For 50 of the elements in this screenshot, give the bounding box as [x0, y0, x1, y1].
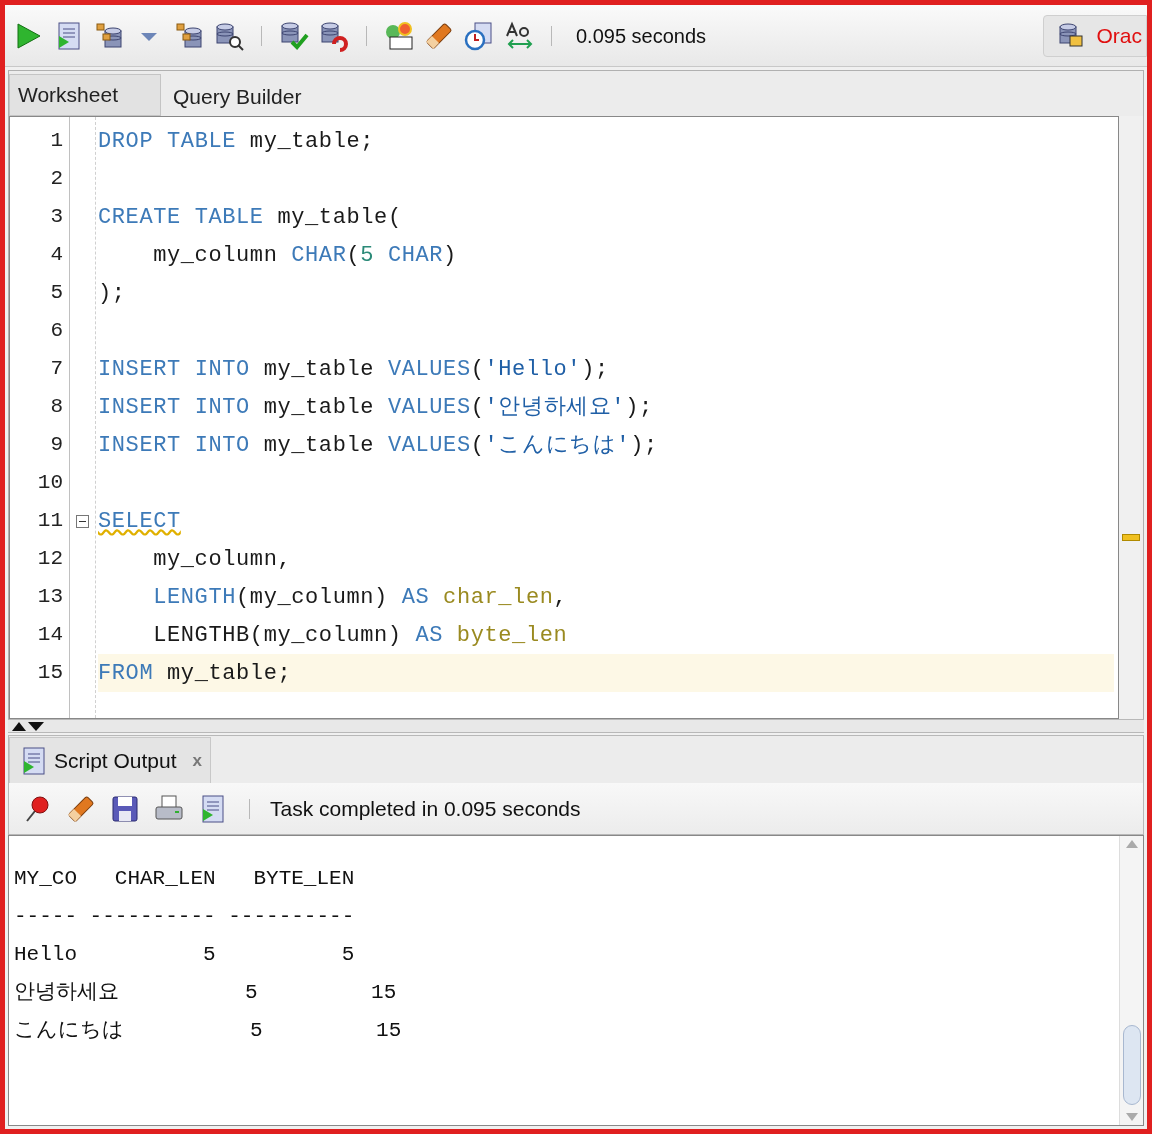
line-number: 6 [50, 318, 63, 345]
expand-down-icon[interactable] [28, 721, 44, 731]
connection-button[interactable]: Orac [1043, 14, 1147, 57]
output-line: こんにちは 5 15 [14, 1018, 402, 1045]
code-line: INSERT INTO my_table VALUES('こんにちは'); [98, 431, 658, 460]
line-number: 8 [50, 394, 63, 421]
warning-marker[interactable] [1122, 534, 1140, 541]
scroll-thumb[interactable] [1122, 1025, 1141, 1105]
code-line: ); [98, 279, 126, 308]
code-line: FROM my_table; [98, 659, 292, 688]
line-number: 2 [50, 166, 63, 193]
output-line: 안녕하세요 5 15 [14, 980, 397, 1007]
code-line: SELECT [98, 507, 181, 536]
collapse-icon[interactable] [76, 514, 89, 528]
code-line: DROP TABLE my_table; [98, 127, 375, 156]
line-number: 15 [37, 660, 63, 687]
task-status: Task completed in 0.095 seconds [270, 795, 581, 822]
code-line: INSERT INTO my_table VALUES('Hello'); [98, 355, 609, 384]
editor-tab[interactable]: Query Builder [161, 74, 314, 116]
clock-icon[interactable] [463, 19, 495, 52]
sql-icon[interactable] [383, 19, 415, 52]
rollback-icon[interactable] [318, 19, 350, 52]
code-line: my_column, [152, 545, 292, 574]
scrollbar[interactable] [1119, 836, 1143, 1125]
code-line: my_column CHAR(5 CHAR) [152, 241, 457, 270]
line-number: 10 [37, 470, 63, 497]
code-line: INSERT INTO my_table VALUES('안녕하세요'); [98, 393, 653, 422]
output-tab[interactable]: Script Output x [9, 737, 212, 783]
line-number: 7 [50, 356, 63, 383]
line-number: 11 [37, 508, 63, 535]
code-line: LENGTH(my_column) AS char_len, [152, 583, 568, 612]
line-number: 13 [37, 584, 63, 611]
expand-up-icon[interactable] [12, 721, 26, 731]
line-number: 1 [50, 128, 63, 155]
line-number: 9 [50, 432, 63, 459]
line-number: 5 [50, 280, 63, 307]
code-line: CREATE TABLE my_table( [98, 203, 402, 232]
output-line: MY_CO CHAR_LEN BYTE_LEN [14, 866, 355, 893]
close-button[interactable]: x [192, 747, 203, 774]
line-number: 4 [50, 242, 63, 269]
code-line: LENGTHB(my_column) AS byte_len [152, 621, 568, 650]
execution-time: 0.095 seconds [576, 23, 707, 49]
commit-icon[interactable] [278, 19, 310, 52]
line-number: 14 [37, 622, 63, 649]
output-tab-label: Script Output [54, 747, 177, 774]
editor-tab[interactable]: Worksheet [9, 74, 161, 116]
output-line: ----- ---------- ---------- [14, 904, 355, 931]
line-number: 12 [37, 546, 63, 573]
line-number: 3 [50, 204, 63, 231]
output-line: Hello 5 5 [14, 942, 355, 969]
